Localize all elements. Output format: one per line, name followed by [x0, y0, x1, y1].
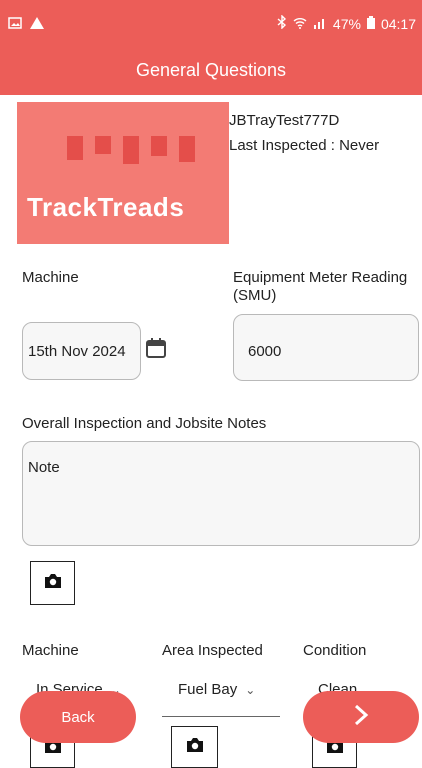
- meter-label: Equipment Meter Reading (SMU): [233, 269, 408, 304]
- camera-icon: [185, 737, 205, 758]
- chevron-down-icon: ⌄: [245, 682, 256, 697]
- meter-reading-input[interactable]: 6000: [233, 314, 419, 381]
- notes-value: Note: [28, 459, 60, 476]
- machine-label: Machine: [22, 269, 79, 286]
- notes-textarea[interactable]: Note: [22, 441, 420, 546]
- calendar-icon[interactable]: [145, 337, 167, 359]
- bluetooth-icon: [277, 14, 287, 32]
- chevron-right-icon: [353, 704, 369, 731]
- image-icon: [8, 16, 22, 32]
- status-bar: 47% 04:17: [0, 0, 422, 50]
- warning-icon: [30, 16, 44, 32]
- title-bar: General Questions: [0, 50, 422, 95]
- area-camera-button[interactable]: [171, 726, 218, 768]
- notes-label: Overall Inspection and Jobsite Notes: [22, 415, 267, 432]
- camera-icon: [43, 573, 63, 594]
- condition-label: Condition: [303, 642, 367, 659]
- inspection-date-field[interactable]: 15th Nov 2024: [22, 322, 141, 380]
- inspection-date-value: 15th Nov 2024: [28, 343, 126, 360]
- meter-reading-value: 6000: [248, 343, 282, 360]
- tracktreads-logo: TrackTreads: [17, 102, 229, 244]
- clock: 04:17: [380, 15, 416, 32]
- notes-camera-button[interactable]: [30, 561, 75, 605]
- battery-icon: [366, 15, 375, 32]
- logo-mark: [67, 136, 195, 164]
- last-inspected: Last Inspected : Never: [229, 137, 380, 154]
- machine-status-label: Machine: [22, 642, 79, 659]
- area-inspected-value: Fuel Bay: [178, 681, 238, 698]
- wifi-icon: [293, 16, 307, 32]
- area-inspected-label: Area Inspected: [162, 642, 263, 659]
- page-title: General Questions: [135, 60, 287, 80]
- signal-icon: [313, 16, 327, 32]
- asset-id: JBTrayTest777D: [229, 112, 340, 129]
- back-button-label: Back: [61, 708, 95, 726]
- area-inspected-select[interactable]: Fuel Bay ⌄: [178, 681, 255, 698]
- battery-percent: 47%: [332, 15, 361, 32]
- back-button[interactable]: Back: [20, 691, 136, 743]
- area-select-underline: [162, 716, 280, 717]
- next-button[interactable]: [303, 691, 419, 743]
- logo-text: TrackTreads: [27, 192, 185, 222]
